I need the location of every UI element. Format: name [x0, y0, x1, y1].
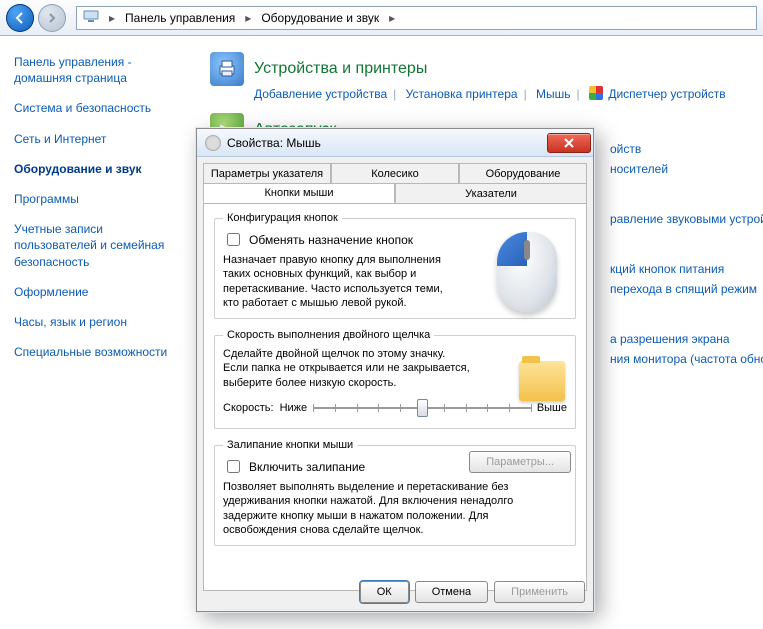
- partial-link[interactable]: а разрешения экрана: [610, 332, 763, 346]
- category-title[interactable]: Устройства и принтеры: [254, 60, 427, 78]
- group-legend: Скорость выполнения двойного щелчка: [223, 329, 434, 341]
- group-legend: Залипание кнопки мыши: [223, 439, 357, 451]
- partial-link[interactable]: ойств: [610, 142, 763, 156]
- slow-label: Ниже: [280, 402, 308, 414]
- group-doubleclick: Скорость выполнения двойного щелчка Сдел…: [214, 329, 576, 429]
- sidebar-item-active[interactable]: Оборудование и звук: [14, 161, 186, 177]
- partial-link[interactable]: перехода в спящий режим: [610, 282, 763, 296]
- cancel-button[interactable]: Отмена: [415, 581, 488, 603]
- breadcrumb-item[interactable]: Панель управления: [125, 11, 235, 25]
- obscured-links: ойств носителей равление звуковыми устро…: [610, 142, 763, 372]
- tab-wheel[interactable]: Колесико: [331, 163, 459, 183]
- checkbox-label: Включить залипание: [249, 460, 365, 474]
- clicklock-desc: Позволяет выполнять выделение и перетаск…: [223, 480, 563, 537]
- computer-icon: [83, 8, 99, 27]
- sidebar-item[interactable]: Сеть и Интернет: [14, 131, 186, 147]
- mouse-properties-dialog: Свойства: Мышь Параметры указателя Колес…: [196, 128, 594, 612]
- category-link[interactable]: Установка принтера: [406, 87, 518, 101]
- close-button[interactable]: [547, 133, 591, 153]
- swap-buttons-desc: Назначает правую кнопку для выполнения т…: [223, 253, 453, 310]
- breadcrumb-item[interactable]: Оборудование и звук: [261, 11, 379, 25]
- dialog-buttons: ОК Отмена Применить: [360, 581, 585, 603]
- tab-hardware[interactable]: Оборудование: [459, 163, 587, 183]
- tab-buttons[interactable]: Кнопки мыши: [203, 183, 395, 203]
- category-link[interactable]: Диспетчер устройств: [608, 87, 725, 101]
- category-link[interactable]: Добавление устройства: [254, 87, 387, 101]
- partial-link[interactable]: равление звуковыми устрой: [610, 212, 763, 226]
- chevron-right-icon: ▸: [105, 11, 119, 25]
- group-button-config: Конфигурация кнопок Обменять назначение …: [214, 212, 576, 319]
- breadcrumb[interactable]: ▸ Панель управления ▸ Оборудование и зву…: [76, 6, 757, 30]
- swap-buttons-input[interactable]: [227, 233, 240, 246]
- sidebar-item[interactable]: Учетные записи пользователей и семейная …: [14, 221, 186, 270]
- apply-button: Применить: [494, 581, 585, 603]
- sidebar-home-link[interactable]: Панель управления - домашняя страница: [14, 54, 186, 86]
- nav-back-button[interactable]: [6, 4, 34, 32]
- dialog-titlebar[interactable]: Свойства: Мышь: [197, 129, 593, 157]
- sidebar-item[interactable]: Часы, язык и регион: [14, 314, 186, 330]
- shield-icon: [589, 86, 603, 100]
- mouse-icon: [205, 135, 221, 151]
- tab-content: Конфигурация кнопок Обменять назначение …: [203, 203, 587, 591]
- fast-label: Выше: [537, 402, 567, 414]
- category-link[interactable]: Мышь: [536, 87, 571, 101]
- dblclick-desc: Сделайте двойной щелчок по этому значку.…: [223, 347, 473, 390]
- speed-label: Скорость:: [223, 402, 274, 414]
- chevron-right-icon: ▸: [385, 11, 399, 25]
- ok-button[interactable]: ОК: [360, 581, 409, 603]
- clicklock-params-button: Параметры...: [469, 451, 571, 473]
- checkbox-label: Обменять назначение кнопок: [249, 233, 413, 247]
- address-bar: ▸ Панель управления ▸ Оборудование и зву…: [0, 0, 763, 36]
- dblclick-speed-slider[interactable]: [313, 396, 531, 420]
- sidebar-item[interactable]: Система и безопасность: [14, 100, 186, 116]
- tab-pointer-options[interactable]: Параметры указателя: [203, 163, 331, 183]
- tab-strip: Параметры указателя Колесико Оборудовани…: [203, 163, 587, 203]
- folder-test-icon[interactable]: [519, 361, 565, 401]
- mouse-illustration: [487, 232, 567, 322]
- printer-icon: [210, 52, 244, 86]
- group-clicklock: Залипание кнопки мыши Включить залипание…: [214, 439, 576, 546]
- partial-link[interactable]: ния монитора (частота обно: [610, 352, 763, 366]
- group-legend: Конфигурация кнопок: [223, 212, 342, 224]
- enable-clicklock-input[interactable]: [227, 460, 240, 473]
- sidebar-item[interactable]: Программы: [14, 191, 186, 207]
- sidebar: Панель управления - домашняя страница Си…: [0, 36, 200, 629]
- dialog-title: Свойства: Мышь: [227, 136, 547, 150]
- tab-pointers[interactable]: Указатели: [395, 183, 587, 203]
- nav-forward-button[interactable]: [38, 4, 66, 32]
- chevron-right-icon: ▸: [241, 11, 255, 25]
- partial-link[interactable]: кций кнопок питания: [610, 262, 763, 276]
- slider-thumb[interactable]: [417, 399, 428, 417]
- sidebar-item[interactable]: Специальные возможности: [14, 344, 186, 360]
- sidebar-item[interactable]: Оформление: [14, 284, 186, 300]
- partial-link[interactable]: носителей: [610, 162, 763, 176]
- category-devices: Устройства и принтеры Добавление устройс…: [210, 52, 753, 101]
